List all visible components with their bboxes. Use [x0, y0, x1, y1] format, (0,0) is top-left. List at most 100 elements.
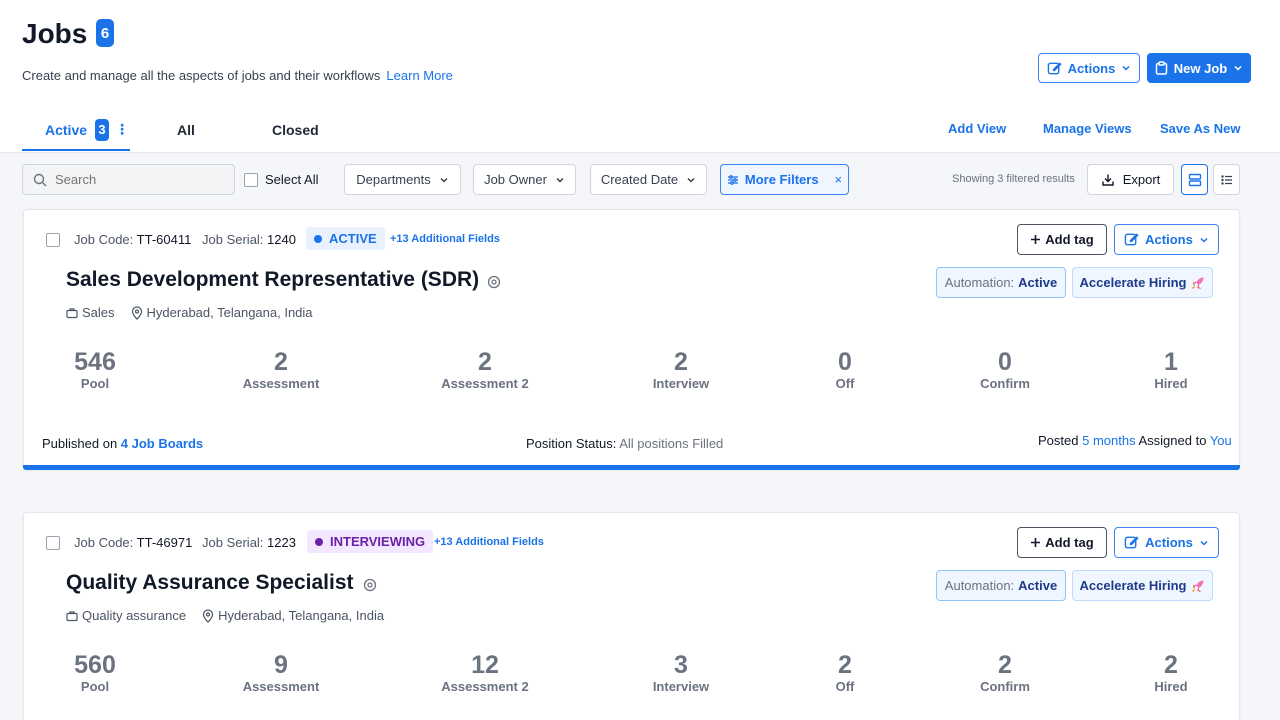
job-actions-button[interactable]: Actions [1114, 224, 1219, 255]
accelerate-hiring-button[interactable]: Accelerate Hiring [1072, 570, 1213, 601]
accelerate-hiring-button[interactable]: Accelerate Hiring [1072, 267, 1213, 298]
stat-label: Interview [652, 376, 710, 391]
header-actions-button[interactable]: Actions [1038, 53, 1140, 83]
job-select-checkbox[interactable] [46, 536, 60, 550]
page-title: Jobs [22, 18, 88, 49]
eye-icon[interactable] [487, 275, 501, 289]
filter-bar: Select All Departments Job Owner Created… [0, 164, 1280, 196]
job-location: Hyderabad, Telangana, India [146, 305, 313, 320]
chevron-down-icon [1199, 538, 1209, 548]
additional-fields-link[interactable]: +13 Additional Fields [434, 536, 544, 548]
automation-value: Active [1018, 275, 1058, 290]
job-boards-link[interactable]: 4 Job Boards [121, 436, 203, 451]
save-as-new-link[interactable]: Save As New [1160, 121, 1240, 136]
eye-icon[interactable] [363, 578, 377, 592]
created-date-dropdown[interactable]: Created Date [590, 164, 707, 195]
add-view-link[interactable]: Add View [948, 121, 1006, 136]
job-owner-dropdown[interactable]: Job Owner [473, 164, 576, 195]
status-text: ACTIVE [329, 231, 377, 246]
export-button[interactable]: Export [1087, 164, 1174, 195]
tab-closed[interactable]: Closed [272, 110, 319, 150]
stat-off[interactable]: 2 Off [785, 651, 905, 695]
position-status-value: All positions Filled [619, 436, 724, 451]
stat-assessment[interactable]: 2 Assessment [221, 348, 341, 392]
stat-label: Interview [652, 679, 710, 694]
rocket-icon [1191, 276, 1205, 290]
job-actions-button[interactable]: Actions [1114, 527, 1219, 558]
stat-hired[interactable]: 2 Hired [1111, 651, 1231, 695]
stat-label: Assessment 2 [441, 376, 529, 391]
card-view-toggle[interactable] [1181, 164, 1208, 195]
add-tag-button[interactable]: Add tag [1017, 527, 1107, 558]
plus-icon [1030, 234, 1041, 245]
stat-label: Hired [1154, 376, 1188, 391]
location-pin-icon [131, 305, 143, 320]
tab-active[interactable]: Active 3 ⋮ [22, 110, 130, 151]
departments-label: Departments [356, 172, 431, 187]
stat-assessment[interactable]: 9 Assessment [221, 651, 341, 695]
learn-more-link[interactable]: Learn More [386, 68, 452, 83]
kebab-menu-icon[interactable]: ⋮ [115, 121, 129, 138]
stat-label: Hired [1154, 679, 1188, 694]
automation-label: Automation: [944, 275, 1015, 290]
stat-pool[interactable]: 546 Pool [35, 348, 155, 392]
job-subinfo: Sales Hyderabad, Telangana, India [66, 305, 313, 320]
stat-hired[interactable]: 1 Hired [1111, 348, 1231, 392]
stat-confirm[interactable]: 0 Confirm [945, 348, 1065, 392]
automation-label: Automation: [944, 578, 1015, 593]
clear-filters-icon[interactable]: × [835, 172, 843, 187]
edit-icon [1124, 232, 1139, 247]
stat-interview[interactable]: 2 Interview [621, 348, 741, 392]
job-title[interactable]: Sales Development Representative (SDR) [66, 268, 479, 292]
job-serial: Job Serial: 1240 [202, 232, 296, 247]
assigned-to-link[interactable]: You [1210, 433, 1232, 448]
rocket-icon [1191, 579, 1205, 593]
accelerate-label: Accelerate Hiring [1079, 275, 1187, 290]
additional-fields-link[interactable]: +13 Additional Fields [390, 233, 500, 245]
more-filters-button[interactable]: More Filters × [720, 164, 849, 195]
add-tag-button[interactable]: Add tag [1017, 224, 1107, 255]
search-box[interactable] [22, 164, 235, 195]
automation-status[interactable]: Automation: Active [936, 570, 1066, 601]
published-label: Published on [42, 436, 118, 451]
job-serial-label: Job Serial: [202, 232, 264, 247]
job-card[interactable]: Job Code: TT-60411 Job Serial: 1240 ACTI… [23, 209, 1240, 470]
job-department: Quality assurance [82, 608, 187, 623]
position-status: Position Status: All positions Filled [526, 436, 723, 451]
job-actions-label: Actions [1145, 535, 1193, 550]
job-owner-label: Job Owner [484, 172, 547, 187]
select-all[interactable]: Select All [244, 164, 318, 195]
plus-icon [1030, 537, 1041, 548]
stat-pool[interactable]: 560 Pool [35, 651, 155, 695]
search-input[interactable] [55, 172, 215, 187]
tab-active-label: Active [45, 121, 88, 138]
stat-label: Pool [80, 679, 110, 694]
stat-value: 546 [74, 348, 116, 376]
job-code-label: Job Code: [74, 535, 134, 550]
created-date-label: Created Date [600, 172, 679, 187]
list-view-toggle[interactable] [1213, 164, 1240, 195]
stat-value: 2 [998, 651, 1012, 679]
new-job-button[interactable]: New Job [1147, 53, 1251, 83]
tab-all[interactable]: All [177, 110, 195, 150]
published-info: Published on 4 Job Boards [42, 436, 203, 451]
chevron-down-icon [686, 175, 696, 185]
status-badge: ACTIVE [306, 227, 385, 250]
chevron-down-icon [439, 175, 449, 185]
stat-confirm[interactable]: 2 Confirm [945, 651, 1065, 695]
manage-views-link[interactable]: Manage Views [1043, 121, 1132, 136]
stat-assessment-2[interactable]: 2 Assessment 2 [425, 348, 545, 392]
edit-icon [1124, 535, 1139, 550]
automation-status[interactable]: Automation: Active [936, 267, 1066, 298]
stat-interview[interactable]: 3 Interview [621, 651, 741, 695]
stat-off[interactable]: 0 Off [785, 348, 905, 392]
departments-dropdown[interactable]: Departments [344, 164, 461, 195]
select-all-checkbox[interactable] [244, 172, 258, 187]
stat-value: 0 [838, 348, 852, 376]
job-select-checkbox[interactable] [46, 233, 60, 247]
job-card[interactable]: Job Code: TT-46971 Job Serial: 1223 INTE… [23, 512, 1240, 720]
stat-assessment-2[interactable]: 12 Assessment 2 [425, 651, 545, 695]
job-title[interactable]: Quality Assurance Specialist [66, 571, 354, 595]
page-header: Jobs 6 Create and manage all the aspects… [0, 0, 1280, 108]
job-serial: Job Serial: 1223 [202, 535, 296, 550]
